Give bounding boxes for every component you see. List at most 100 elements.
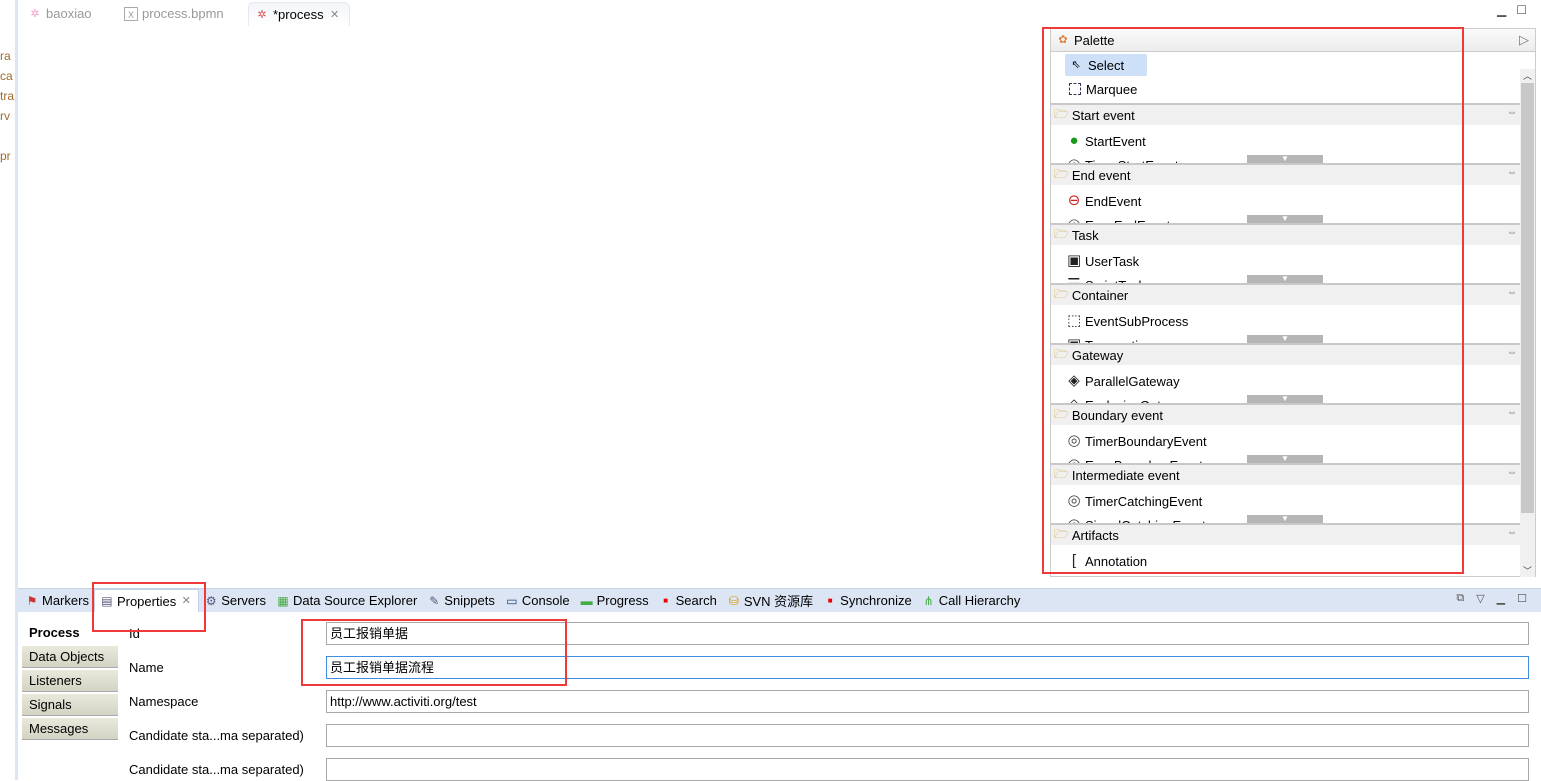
tab-process-bpmn[interactable]: Xprocess.bpmn bbox=[118, 2, 230, 26]
palette-item[interactable]: ▣ UserTask bbox=[1067, 251, 1139, 271]
view-menu-icon[interactable]: ▽ bbox=[1476, 592, 1484, 605]
palette-item[interactable]: ◎ TimerBoundaryEvent bbox=[1067, 431, 1206, 451]
activiti-diagram-icon: ✲ bbox=[30, 8, 40, 20]
expand-drawer-button[interactable]: ▼ bbox=[1247, 335, 1323, 343]
candidate-starter-groups-field[interactable] bbox=[326, 757, 1529, 781]
palette-item[interactable]: ◎TimerStartEvent bbox=[1067, 155, 1178, 163]
tab-markers[interactable]: ⚑ Markers bbox=[20, 589, 94, 612]
drawer-header[interactable]: 🗁 Artifacts ⇔ bbox=[1051, 525, 1521, 545]
tab-console[interactable]: ▭ Console bbox=[500, 589, 575, 612]
pin-icon[interactable]: ⇔ bbox=[1507, 347, 1517, 358]
tab-call-hierarchy[interactable]: ⋔ Call Hierarchy bbox=[917, 589, 1026, 612]
palette-item[interactable]: ◎ TimerCatchingEvent bbox=[1067, 491, 1202, 511]
pin-icon[interactable]: ⇔ bbox=[1507, 287, 1517, 298]
side-tab-listeners[interactable]: Listeners bbox=[22, 670, 118, 692]
drawer-header[interactable]: 🗁 Boundary event ⇔ bbox=[1051, 405, 1521, 425]
markers-icon: ⚑ bbox=[26, 593, 38, 608]
palette: ✿ Palette ▷ ⇖ Select Marquee 🗁 Start event… bbox=[1050, 28, 1536, 577]
palette-item[interactable]: ⊖ EndEvent bbox=[1067, 191, 1142, 211]
name-field[interactable]: 员工报销单据流程 bbox=[326, 655, 1529, 679]
new-window-icon[interactable]: ⧉ bbox=[1456, 592, 1464, 605]
editor-tabs: ✲ baoxiao Xprocess.bpmn ✲ *process ✕ ▁ ☐ bbox=[18, 0, 1541, 26]
expand-drawer-button[interactable]: ▼ bbox=[1247, 215, 1323, 223]
data-source-icon: ▦ bbox=[277, 593, 289, 608]
synchronize-icon: ■ bbox=[827, 595, 833, 605]
field-label: Name bbox=[129, 659, 164, 675]
maximize-icon[interactable]: ☐ bbox=[1517, 592, 1527, 605]
tab-progress[interactable]: ▬ Progress bbox=[575, 589, 654, 612]
palette-scrollbar[interactable]: ︿ ﹀ bbox=[1520, 69, 1535, 577]
drawer-header[interactable]: 🗁 Task ⇔ bbox=[1051, 225, 1521, 245]
side-tab-messages[interactable]: Messages bbox=[22, 718, 118, 740]
maximize-icon[interactable]: ☐ bbox=[1516, 3, 1527, 17]
expand-drawer-button[interactable]: ▼ bbox=[1247, 515, 1323, 523]
tab-servers[interactable]: ⚙ Servers bbox=[199, 589, 271, 612]
tab-snippets[interactable]: ✎ Snippets bbox=[422, 589, 500, 612]
pin-icon[interactable]: ⇔ bbox=[1507, 467, 1517, 478]
drawer-end-event: 🗁End event⇔ ⊖EndEvent ◎ErrorEndEvent ▼ bbox=[1051, 163, 1521, 223]
progress-icon: ▬ bbox=[580, 593, 593, 608]
palette-item[interactable]: [Annotation bbox=[1067, 551, 1147, 571]
field-label: Namespace bbox=[129, 693, 199, 709]
pin-icon[interactable]: ⇔ bbox=[1507, 407, 1517, 418]
clipped-text: ca bbox=[0, 69, 13, 83]
candidate-starter-users-field[interactable] bbox=[326, 723, 1529, 747]
tab-search[interactable]: ■ Search bbox=[654, 589, 722, 612]
palette-item[interactable]: ◎ErrorBoundaryEvent bbox=[1067, 455, 1202, 463]
namespace-field[interactable]: http://www.activiti.org/test bbox=[326, 689, 1529, 713]
palette-header[interactable]: ✿ Palette ▷ bbox=[1051, 29, 1535, 52]
palette-item[interactable]: ◎ErrorEndEvent bbox=[1067, 215, 1170, 223]
palette-item[interactable]: ◇ExclusiveGateway bbox=[1067, 395, 1191, 403]
drawer-header[interactable]: 🗁 Intermediate event ⇔ bbox=[1051, 465, 1521, 485]
panel-tabs: ⚑ Markers ▤ Properties ✕ ⚙ Servers ▦ Data Source… bbox=[18, 588, 1541, 612]
console-icon: ▭ bbox=[506, 593, 518, 608]
tab-svn-资源库[interactable]: ⛁ SVN 资源库 bbox=[722, 589, 818, 612]
expand-drawer-button[interactable]: ▼ bbox=[1247, 395, 1323, 403]
drawer-header[interactable]: 🗁 Container ⇔ bbox=[1051, 285, 1521, 305]
expand-drawer-button[interactable]: ▼ bbox=[1247, 275, 1323, 283]
pin-icon[interactable]: ⇔ bbox=[1507, 227, 1517, 238]
side-tab-data-objects[interactable]: Data Objects bbox=[22, 646, 118, 668]
diagram-canvas[interactable] bbox=[21, 26, 1049, 586]
tab-baoxiao[interactable]: ✲ baoxiao bbox=[22, 2, 98, 26]
minimize-icon[interactable]: ▁ bbox=[1497, 3, 1506, 17]
palette-item[interactable]: ● StartEvent bbox=[1067, 131, 1145, 151]
minimize-icon[interactable]: ▁ bbox=[1497, 592, 1505, 605]
drawer-header[interactable]: 🗁 Gateway ⇔ bbox=[1051, 345, 1521, 365]
collapse-palette-icon[interactable]: ▷ bbox=[1519, 32, 1529, 48]
annotation-icon: [ bbox=[1071, 552, 1077, 569]
pin-icon[interactable]: ⇔ bbox=[1507, 527, 1517, 538]
close-icon[interactable]: ✕ bbox=[328, 8, 342, 22]
marquee-icon bbox=[1069, 83, 1081, 95]
tab-properties[interactable]: ▤ Properties ✕ bbox=[93, 589, 200, 612]
project-explorer-edge: ra ca tra rv pr bbox=[0, 0, 18, 780]
palette-item[interactable]: ▣Transaction bbox=[1067, 335, 1152, 343]
tool-select[interactable]: ⇖ Select bbox=[1065, 54, 1147, 76]
palette-item[interactable]: ◎SignalCatchingEvent bbox=[1067, 515, 1205, 523]
close-icon[interactable]: ✕ bbox=[179, 594, 193, 608]
side-tab-signals[interactable]: Signals bbox=[22, 694, 118, 716]
tab-process[interactable]: ✲ *process ✕ bbox=[248, 2, 350, 26]
tool-marquee[interactable]: Marquee bbox=[1065, 78, 1141, 100]
pin-icon[interactable]: ⇔ bbox=[1507, 167, 1517, 178]
palette-item[interactable]: ☰ScriptTask bbox=[1067, 275, 1145, 283]
side-tab-process[interactable]: Process bbox=[22, 622, 118, 644]
cursor-icon: ⇖ bbox=[1071, 59, 1081, 71]
drawer-header[interactable]: 🗁 Start event ⇔ bbox=[1051, 105, 1521, 125]
scroll-thumb[interactable] bbox=[1521, 83, 1534, 513]
id-field[interactable]: 员工报销单据 bbox=[326, 621, 1529, 645]
tab-data-source-explorer[interactable]: ▦ Data Source Explorer bbox=[271, 589, 422, 612]
expand-drawer-button[interactable]: ▼ bbox=[1247, 155, 1323, 163]
scroll-down-icon[interactable]: ﹀ bbox=[1520, 564, 1535, 577]
folder-open-icon: 🗁 bbox=[1054, 406, 1069, 421]
drawer-header[interactable]: 🗁 End event ⇔ bbox=[1051, 165, 1521, 185]
expand-drawer-button[interactable]: ▼ bbox=[1247, 455, 1323, 463]
palette-item[interactable]: ⬚ EventSubProcess bbox=[1067, 311, 1188, 331]
pin-icon[interactable]: ⇔ bbox=[1507, 107, 1517, 118]
tab-synchronize[interactable]: ■ Synchronize bbox=[818, 589, 917, 612]
scroll-up-icon[interactable]: ︿ bbox=[1520, 69, 1535, 82]
palette-item[interactable]: ◈ ParallelGateway bbox=[1067, 371, 1179, 391]
drawer-start-event: 🗁Start event⇔ ●StartEvent ◎TimerStartEvent… bbox=[1051, 103, 1521, 163]
properties-icon: ▤ bbox=[101, 594, 113, 608]
timer-icon: ◎ bbox=[1067, 432, 1081, 449]
